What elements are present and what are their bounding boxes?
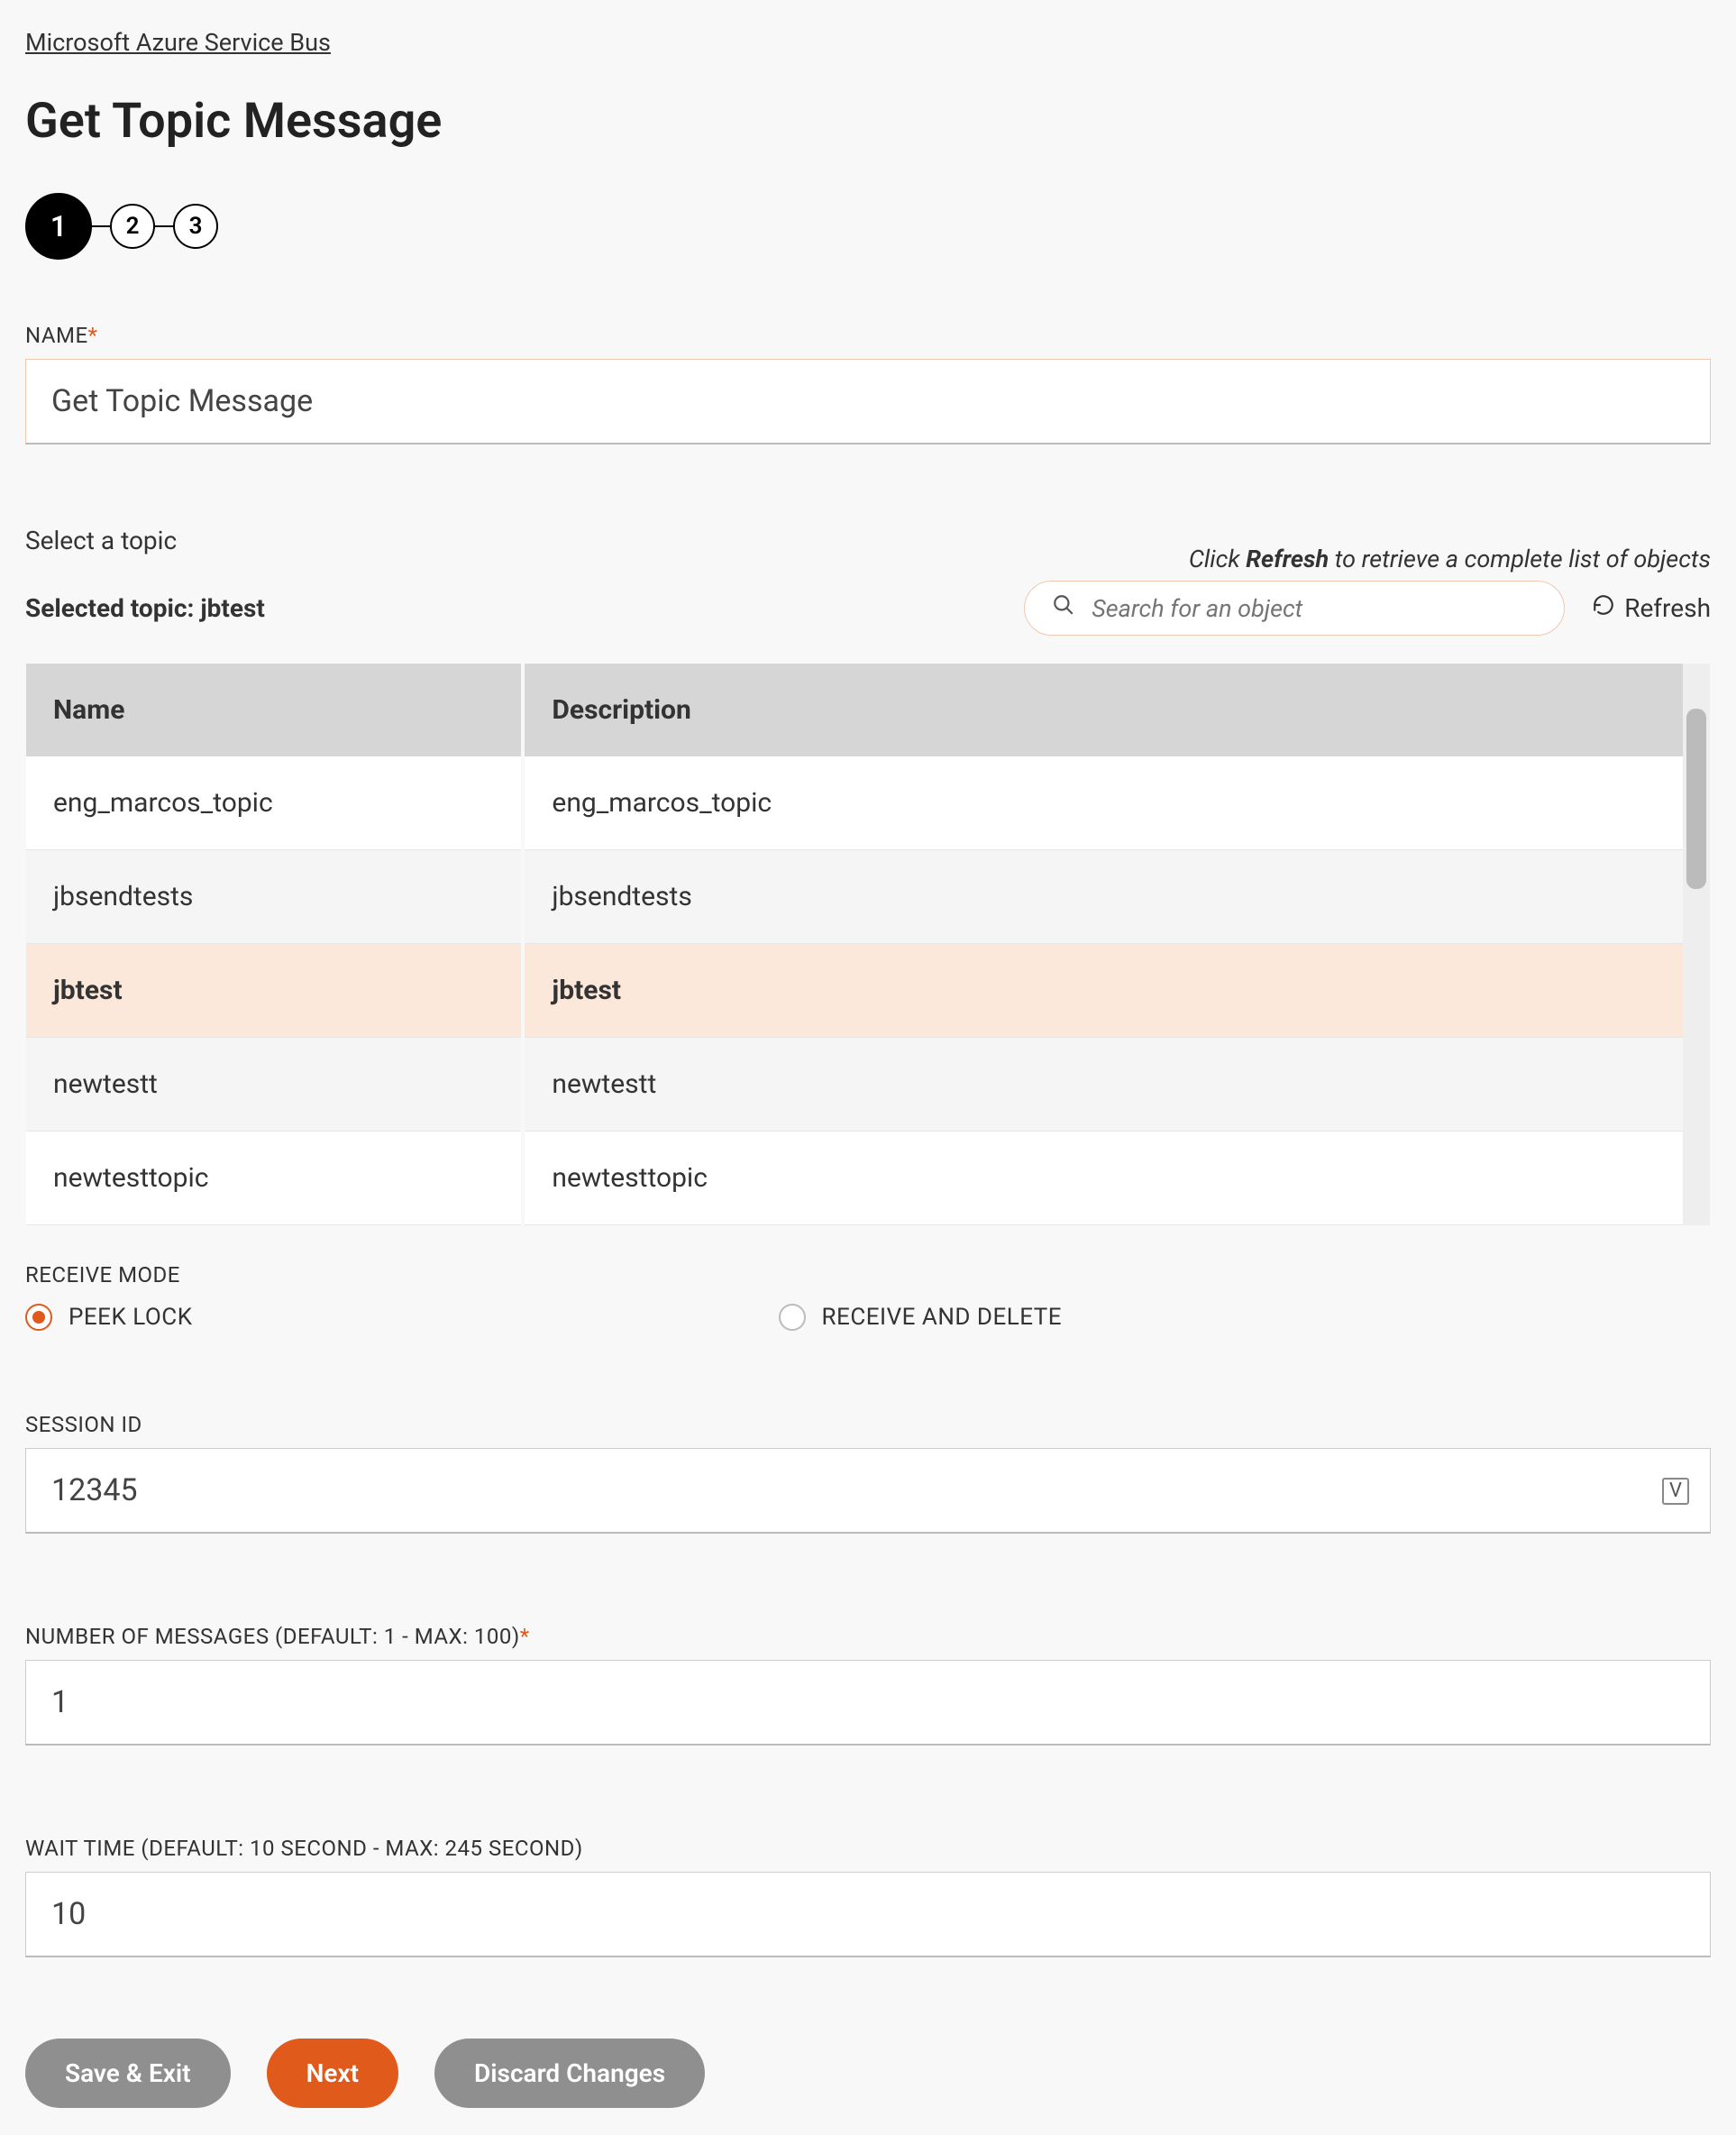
session-id-input[interactable] [25, 1448, 1711, 1534]
refresh-icon [1592, 593, 1615, 623]
refresh-button[interactable]: Refresh [1592, 593, 1711, 623]
cell-name: jbsendtests [26, 850, 523, 944]
table-row[interactable]: jbsendtestsjbsendtests [26, 850, 1683, 944]
radio-dot [25, 1304, 52, 1331]
num-messages-label: NUMBER OF MESSAGES (DEFAULT: 1 - MAX: 10… [25, 1624, 1711, 1649]
select-a-topic-label: Select a topic [25, 526, 177, 555]
refresh-hint: Click Refresh to retrieve a complete lis… [1189, 545, 1711, 573]
table-row[interactable]: newtesttnewtestt [26, 1038, 1683, 1132]
step-2[interactable]: 2 [110, 204, 155, 249]
table-scrollbar[interactable] [1683, 664, 1710, 1225]
cell-description: newtestt [523, 1038, 1683, 1132]
discard-button[interactable]: Discard Changes [434, 2039, 705, 2108]
search-icon [1052, 592, 1075, 624]
cell-name: eng_marcos_topic [26, 756, 523, 850]
radio-receive_and_delete[interactable]: RECEIVE AND DELETE [779, 1304, 1063, 1331]
receive-mode-label: RECEIVE MODE [25, 1262, 1711, 1287]
wait-time-input[interactable] [25, 1872, 1711, 1957]
table-row[interactable]: newtesttopicnewtesttopic [26, 1132, 1683, 1225]
topic-table: Name Description eng_marcos_topiceng_mar… [26, 664, 1683, 1225]
search-input[interactable] [1090, 593, 1537, 624]
table-row[interactable]: eng_marcos_topiceng_marcos_topic [26, 756, 1683, 850]
next-button[interactable]: Next [267, 2039, 398, 2108]
cell-name: newtestt [26, 1038, 523, 1132]
stepper: 1 2 3 [25, 193, 1711, 260]
variable-icon[interactable]: V [1662, 1478, 1689, 1505]
num-messages-input[interactable] [25, 1660, 1711, 1746]
cell-description: jbsendtests [523, 850, 1683, 944]
step-connector [92, 225, 110, 227]
cell-description: jbtest [523, 944, 1683, 1038]
step-connector [155, 225, 173, 227]
step-3-circle: 3 [173, 204, 218, 249]
cell-description: eng_marcos_topic [523, 756, 1683, 850]
col-name[interactable]: Name [26, 664, 523, 756]
cell-name: newtesttopic [26, 1132, 523, 1225]
step-1-circle: 1 [25, 193, 92, 260]
save-exit-button[interactable]: Save & Exit [25, 2039, 231, 2108]
selected-topic: Selected topic: jbtest [25, 593, 265, 623]
radio-label: RECEIVE AND DELETE [822, 1304, 1063, 1331]
step-1[interactable]: 1 [25, 193, 92, 260]
table-row[interactable]: jbtestjbtest [26, 944, 1683, 1038]
col-description[interactable]: Description [523, 664, 1683, 756]
radio-dot [779, 1304, 806, 1331]
radio-peek_lock[interactable]: PEEK LOCK [25, 1304, 193, 1331]
cell-description: newtesttopic [523, 1132, 1683, 1225]
breadcrumb[interactable]: Microsoft Azure Service Bus [25, 28, 331, 57]
step-3[interactable]: 3 [173, 204, 218, 249]
step-2-circle: 2 [110, 204, 155, 249]
refresh-label: Refresh [1624, 593, 1711, 623]
name-input[interactable] [25, 359, 1711, 444]
cell-name: jbtest [26, 944, 523, 1038]
page-title: Get Topic Message [25, 93, 1711, 150]
name-label: NAME* [25, 323, 1711, 348]
search-input-container[interactable] [1024, 581, 1565, 636]
radio-label: PEEK LOCK [69, 1304, 193, 1331]
topic-table-wrap: Name Description eng_marcos_topiceng_mar… [25, 663, 1711, 1226]
wait-time-label: WAIT TIME (DEFAULT: 10 SECOND - MAX: 245… [25, 1836, 1711, 1861]
scrollbar-thumb[interactable] [1686, 709, 1706, 889]
session-id-label: SESSION ID [25, 1412, 1711, 1437]
